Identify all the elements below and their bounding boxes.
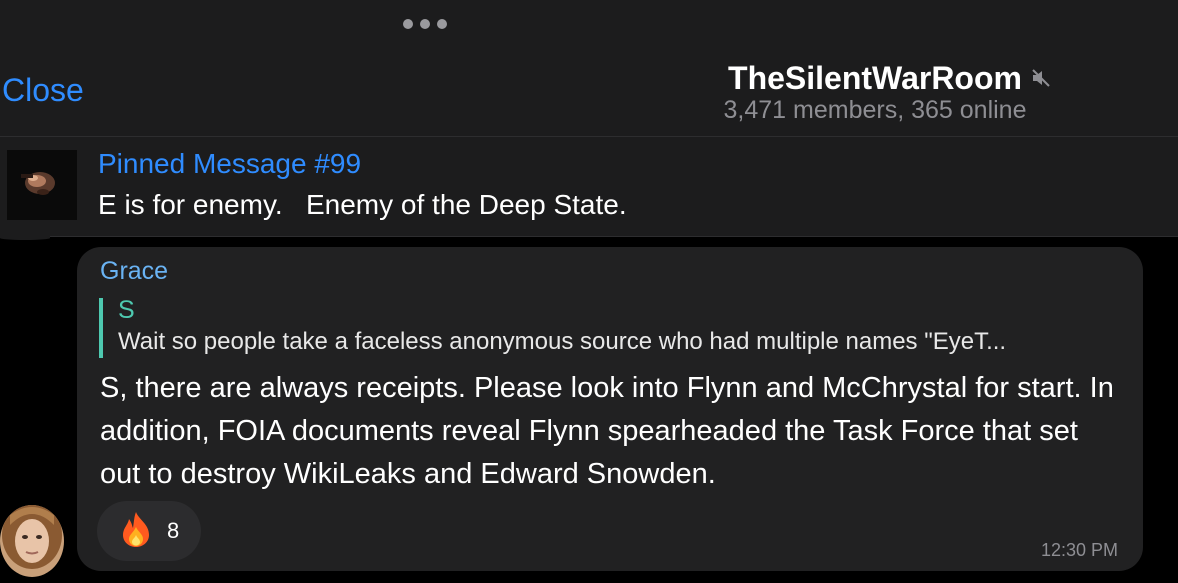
chat-title-area[interactable]: TheSilentWarRoom <box>700 58 1080 98</box>
pinned-message-title: Pinned Message #99 <box>98 148 362 179</box>
sheet-grabber-handle[interactable] <box>403 19 447 29</box>
divider-shadow <box>0 236 50 240</box>
message-sender-name[interactable]: Grace <box>100 257 168 286</box>
reaction-chip-fire[interactable]: 8 <box>97 501 201 561</box>
sender-avatar[interactable] <box>0 505 64 577</box>
pinned-message-bar[interactable]: Pinned Message #99 E is for enemy. Enemy… <box>0 137 1178 237</box>
chat-member-count: 3,471 members, 365 online <box>723 96 1027 124</box>
grabber-dot <box>403 19 413 29</box>
pinned-thumbnail <box>7 150 77 220</box>
message-bubble[interactable]: Grace S Wait so people take a faceless a… <box>77 247 1143 571</box>
reaction-count: 8 <box>167 518 180 543</box>
reply-author: S <box>118 296 135 324</box>
speaker-muted-icon <box>1030 67 1052 89</box>
message-text: S, there are always receipts. Please loo… <box>100 372 1114 490</box>
chat-title: TheSilentWarRoom <box>728 59 1022 96</box>
reply-text: Wait so people take a faceless anonymous… <box>118 328 1007 355</box>
fire-emoji-icon <box>119 510 153 553</box>
pinned-message-text: E is for enemy. Enemy of the Deep State. <box>98 189 627 220</box>
grabber-dot <box>420 19 430 29</box>
message-timestamp: 12:30 PM <box>1040 540 1118 560</box>
grabber-dot <box>437 19 447 29</box>
close-button[interactable]: Close <box>2 72 84 109</box>
chat-header: Close TheSilentWarRoom 3,471 members, 36… <box>0 0 1178 137</box>
reply-quote[interactable]: S Wait so people take a faceless anonymo… <box>99 296 1123 358</box>
